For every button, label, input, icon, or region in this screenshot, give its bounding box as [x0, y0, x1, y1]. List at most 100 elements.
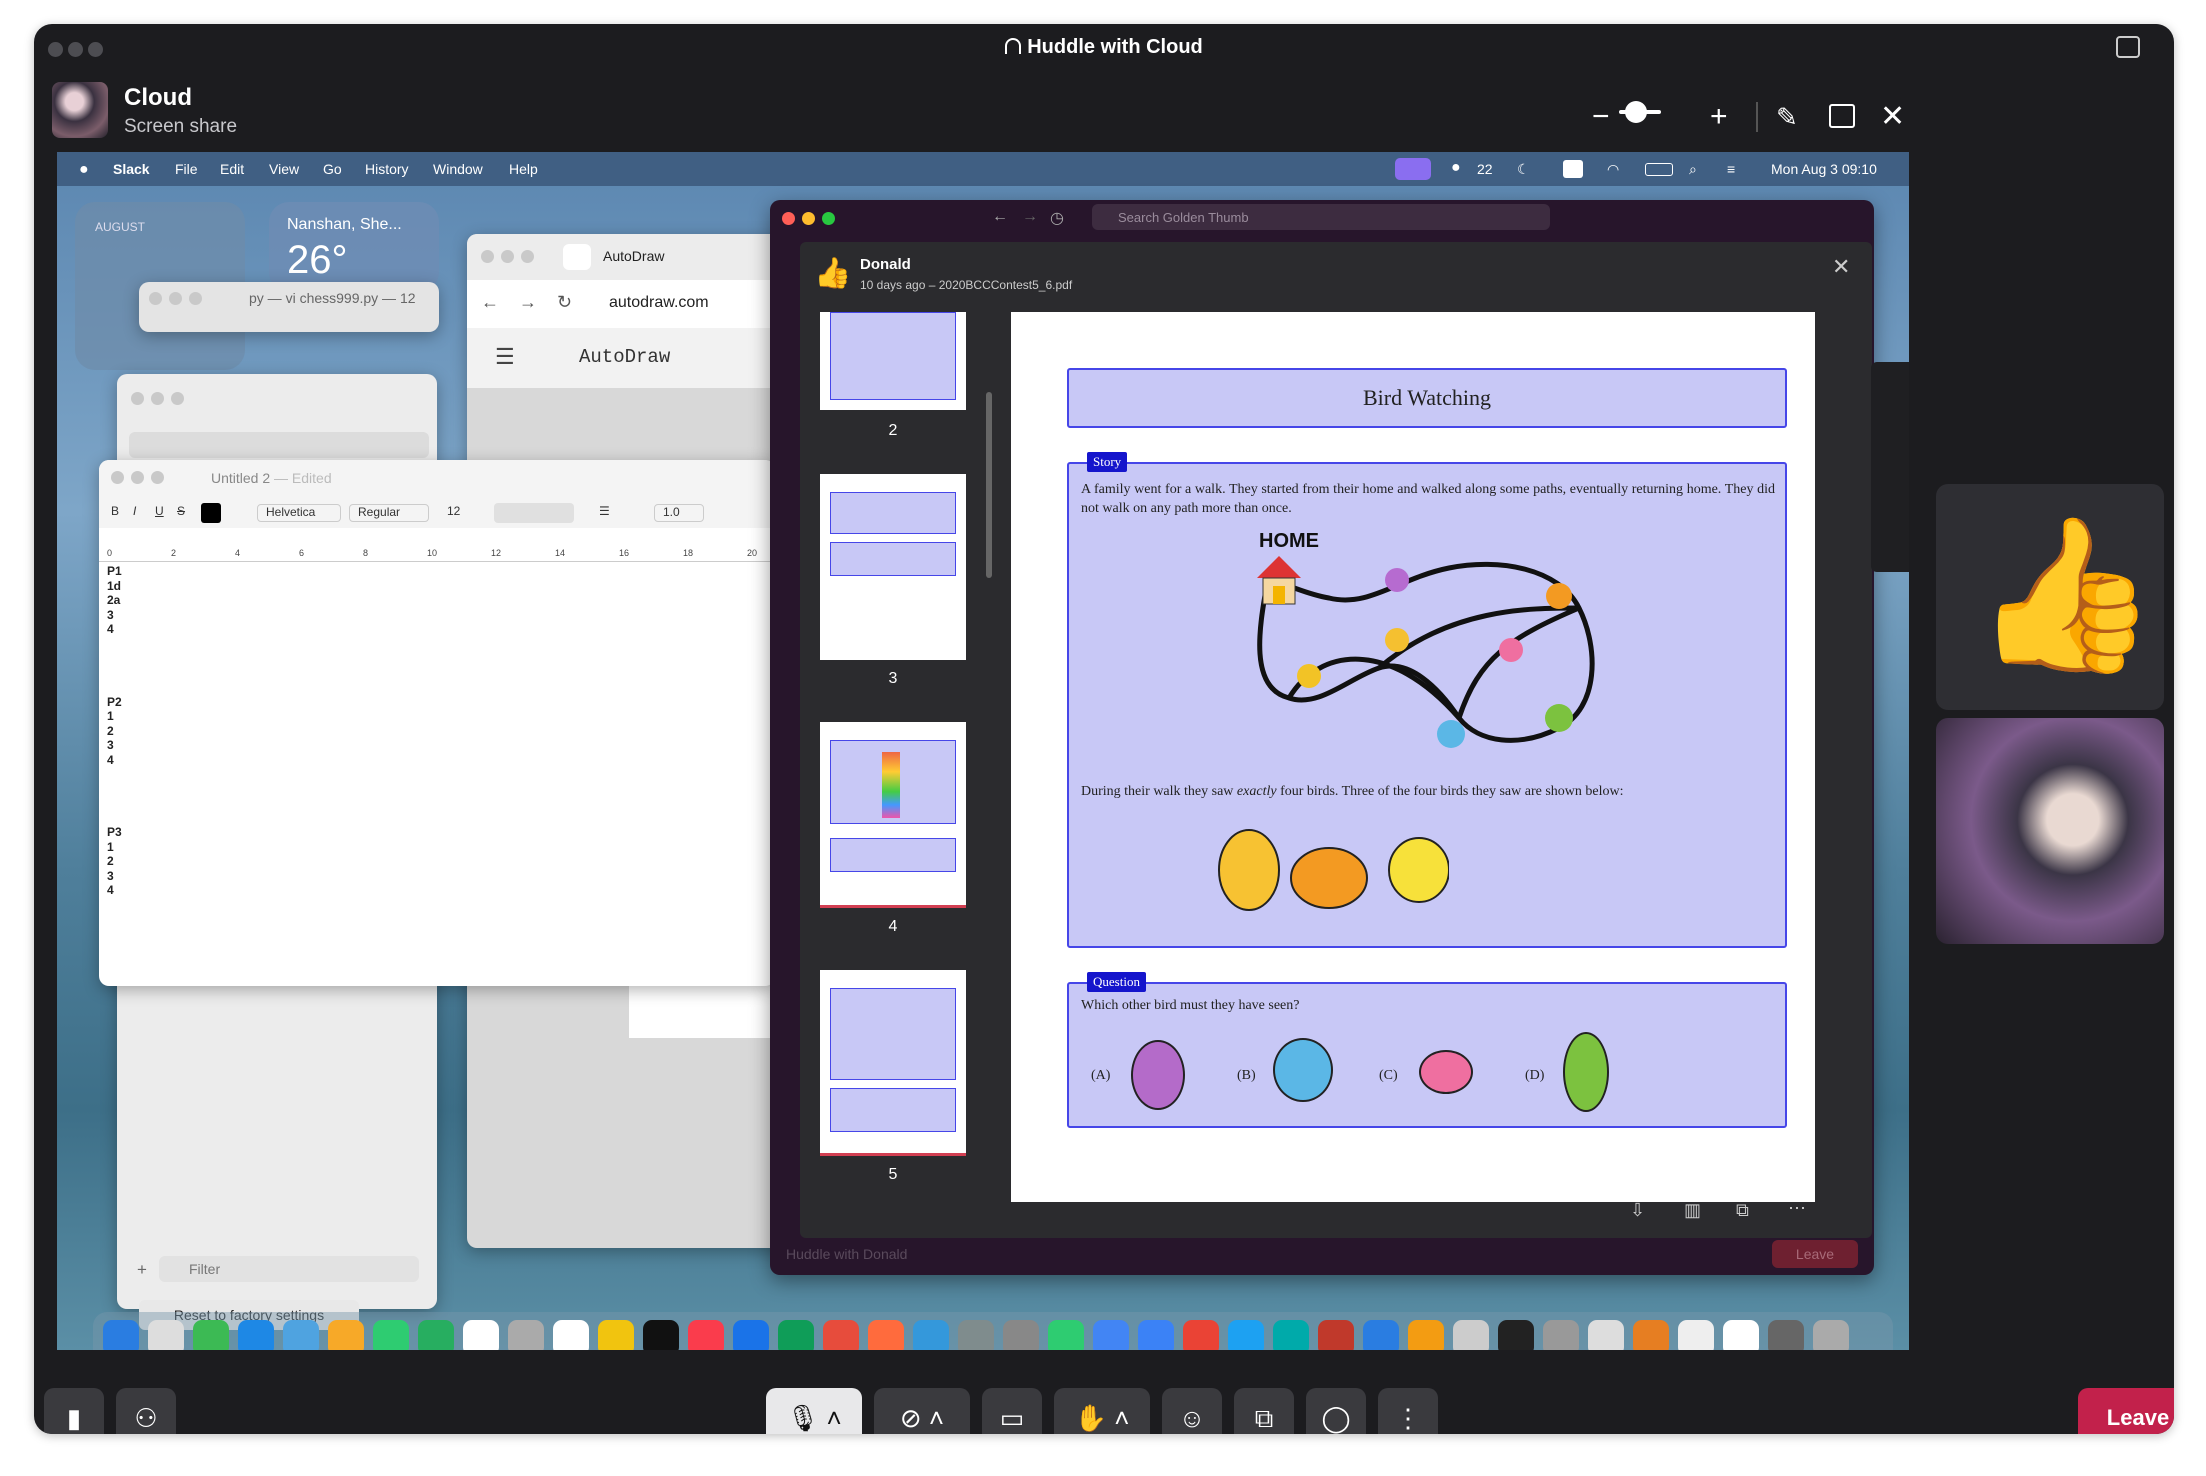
pdf-page[interactable]: Bird Watching Story A family went for a …	[1011, 312, 1815, 1202]
slack-min-dot[interactable]	[802, 212, 815, 225]
italic-button[interactable]: I	[133, 504, 136, 518]
copy-icon[interactable]: ⧉	[1736, 1200, 1749, 1221]
fullscreen-icon[interactable]	[1829, 104, 1855, 128]
autodraw-close-dot[interactable]	[481, 250, 494, 263]
dock-app-icon[interactable]	[598, 1320, 634, 1350]
dock-app-icon[interactable]	[103, 1320, 139, 1350]
sidebar-toggle-icon[interactable]: ▥	[1684, 1200, 1701, 1221]
hamburger-icon[interactable]: ☰	[495, 344, 515, 370]
dock-app-icon[interactable]	[1093, 1320, 1129, 1350]
slack-close-dot[interactable]	[782, 212, 795, 225]
terminal-zoom-dot[interactable]	[189, 292, 202, 305]
leave-button[interactable]: Leave	[2078, 1388, 2174, 1434]
dock-app-icon[interactable]	[1723, 1320, 1759, 1350]
slack-back-icon[interactable]: ←	[992, 208, 1008, 226]
dock-app-icon[interactable]	[1048, 1320, 1084, 1350]
zoom-in-icon[interactable]: +	[1710, 102, 1728, 132]
dock-app-icon[interactable]	[1183, 1320, 1219, 1350]
mic-button[interactable]: 🎙︎ ˄	[766, 1388, 862, 1434]
apple-icon[interactable]: ●	[79, 161, 89, 179]
battery-icon[interactable]	[1645, 163, 1673, 176]
list-button[interactable]: ☰	[599, 504, 639, 522]
viewer-close-icon[interactable]: ✕	[1832, 254, 1850, 280]
style-select[interactable]: Regular	[349, 504, 429, 522]
menu-history[interactable]: History	[365, 161, 409, 177]
option-b[interactable]: (B)	[1237, 1068, 1256, 1084]
dock-app-icon[interactable]	[508, 1320, 544, 1350]
share-screen-icon[interactable]: ▭	[982, 1388, 1042, 1434]
dock-app-icon[interactable]	[1003, 1320, 1039, 1350]
filter-input[interactable]: Filter	[159, 1256, 419, 1282]
camera-off-button[interactable]: ⊘ ˄	[874, 1388, 970, 1434]
textedit-window[interactable]: Untitled 2 — Edited B I U S Helvetica Re…	[99, 460, 775, 986]
slack-search-input[interactable]: Search Golden Thumb	[1092, 204, 1550, 230]
history-icon[interactable]: ◷	[1050, 208, 1064, 228]
strike-button[interactable]: S	[177, 504, 185, 518]
signal-icon[interactable]: ▮	[44, 1388, 104, 1434]
menu-window[interactable]: Window	[433, 161, 483, 177]
spacing-select[interactable]: 1.0	[654, 504, 704, 522]
draw-pencil-icon[interactable]: ✎	[1776, 102, 1798, 132]
forward-icon[interactable]: →	[519, 292, 537, 313]
dock-app-icon[interactable]	[1678, 1320, 1714, 1350]
dock-app-icon[interactable]	[148, 1320, 184, 1350]
dock-app-icon[interactable]	[1273, 1320, 1309, 1350]
dock-app-icon[interactable]	[373, 1320, 409, 1350]
zoom-slider-thumb[interactable]	[1625, 101, 1647, 123]
dock-app-icon[interactable]	[1768, 1320, 1804, 1350]
dock-app-icon[interactable]	[733, 1320, 769, 1350]
back-icon[interactable]: ←	[481, 292, 499, 313]
page-thumbnail[interactable]	[820, 970, 966, 1156]
dock-app-icon[interactable]	[868, 1320, 904, 1350]
dock-app-icon[interactable]	[283, 1320, 319, 1350]
screen-share-status-icon[interactable]	[1395, 158, 1431, 180]
wifi-icon[interactable]: ◠	[1607, 161, 1619, 178]
download-icon[interactable]: ⇩	[1630, 1200, 1645, 1221]
dock-app-icon[interactable]	[553, 1320, 589, 1350]
autodraw-tab[interactable]: AutoDraw	[603, 248, 664, 264]
menu-view[interactable]: View	[269, 161, 299, 177]
slack-leave-ghost[interactable]: Leave	[1772, 1240, 1858, 1268]
slack-forward-icon[interactable]: →	[1022, 208, 1038, 226]
dock-app-icon[interactable]	[913, 1320, 949, 1350]
menu-edit[interactable]: Edit	[220, 161, 244, 177]
dock-app-icon[interactable]	[1588, 1320, 1624, 1350]
slack-huddle-bar[interactable]: Huddle with Donald	[786, 1246, 907, 1262]
textedit-close-dot[interactable]	[111, 471, 124, 484]
file-owner[interactable]: Donald	[860, 256, 911, 273]
option-a[interactable]: (A)	[1091, 1068, 1110, 1084]
pop-out-icon[interactable]	[2116, 36, 2140, 58]
menu-go[interactable]: Go	[323, 161, 342, 177]
input-method-icon[interactable]	[1563, 160, 1583, 178]
slack-zoom-dot[interactable]	[822, 212, 835, 225]
control-center-icon[interactable]: ≡	[1727, 161, 1735, 177]
url-field[interactable]: autodraw.com	[609, 294, 709, 312]
alignment-buttons[interactable]	[494, 503, 574, 523]
zoom-slider[interactable]	[1619, 101, 1661, 123]
autodraw-min-dot[interactable]	[501, 250, 514, 263]
page-thumbnail[interactable]	[820, 312, 966, 410]
dock-app-icon[interactable]	[1498, 1320, 1534, 1350]
option-d[interactable]: (D)	[1525, 1068, 1544, 1084]
dock-app-icon[interactable]	[238, 1320, 274, 1350]
color-swatch[interactable]	[201, 503, 221, 523]
dock-app-icon[interactable]	[643, 1320, 679, 1350]
dock-app-icon[interactable]	[1543, 1320, 1579, 1350]
thumbnail-scrollbar[interactable]	[986, 392, 992, 578]
reaction-icon[interactable]: ☺	[1162, 1388, 1222, 1434]
moon-icon[interactable]: ☾	[1517, 161, 1530, 178]
add-icon[interactable]: +	[137, 1260, 147, 1280]
participant-video[interactable]	[1936, 718, 2164, 944]
dock-app-icon[interactable]	[688, 1320, 724, 1350]
dock-app-icon[interactable]	[1633, 1320, 1669, 1350]
chat-icon[interactable]: ◯	[1306, 1388, 1366, 1434]
sticker-icon[interactable]: ⧉	[1234, 1388, 1294, 1434]
dock-app-icon[interactable]	[193, 1320, 229, 1350]
dock-app-icon[interactable]	[463, 1320, 499, 1350]
bold-button[interactable]: B	[111, 504, 119, 518]
dock-app-icon[interactable]	[1318, 1320, 1354, 1350]
dock-app-icon[interactable]	[418, 1320, 454, 1350]
menu-app-name[interactable]: Slack	[113, 161, 150, 177]
more-icon[interactable]: ⋯	[1788, 1198, 1806, 1219]
autodraw-zoom-dot[interactable]	[521, 250, 534, 263]
